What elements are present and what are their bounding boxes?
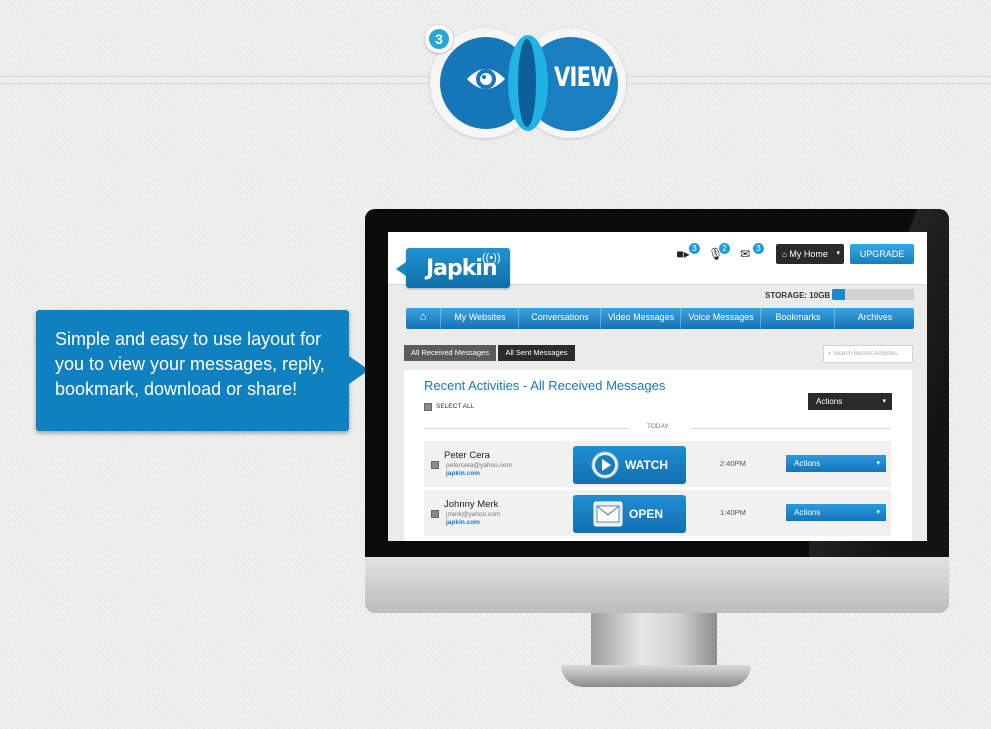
video-count-badge: 3	[688, 242, 701, 255]
japkin-logo[interactable]: Japkin ((•))	[396, 248, 510, 288]
nav-voice-messages[interactable]: Voice Messages	[680, 308, 761, 329]
nav-my-websites[interactable]: My Websites	[440, 308, 519, 329]
play-icon	[591, 451, 619, 479]
sender-link[interactable]: japkin.com	[446, 470, 480, 477]
actions-label: Actions	[816, 397, 843, 406]
chevron-down-icon: ▾	[836, 250, 840, 257]
sender-name: Peter Cera	[444, 450, 490, 461]
tab-all-sent[interactable]: All Sent Messages	[498, 345, 575, 361]
search-icon: ⌕	[828, 351, 832, 357]
callout-text: Simple and easy to use layout for you to…	[55, 329, 325, 399]
nav-conversations[interactable]: Conversations	[518, 308, 601, 329]
my-home-dropdown[interactable]: ⌂ My Home ▾	[776, 244, 844, 264]
actions-label: Actions	[794, 508, 821, 517]
row-actions-dropdown[interactable]: Actions ▾	[786, 455, 886, 472]
chevron-down-icon: ▾	[876, 460, 880, 467]
envelope-icon	[593, 501, 623, 527]
nav-bookmarks[interactable]: Bookmarks	[760, 308, 835, 329]
watch-label: WATCH	[625, 458, 669, 472]
actions-label: Actions	[794, 459, 821, 468]
mail-count-badge: 3	[752, 242, 765, 255]
step-label: VIEW	[554, 62, 613, 93]
select-all-checkbox[interactable]	[424, 403, 432, 411]
sender-link[interactable]: japkin.com	[446, 519, 480, 526]
monitor-base	[561, 665, 751, 687]
home-icon: ⌂	[419, 311, 427, 323]
nav-video-messages[interactable]: Video Messages	[600, 308, 681, 329]
monitor-stand	[591, 613, 717, 667]
my-home-label: My Home	[789, 249, 828, 259]
open-button[interactable]: OPEN	[573, 495, 686, 533]
row-checkbox[interactable]	[431, 461, 439, 469]
row-actions-dropdown[interactable]: Actions ▾	[786, 504, 886, 521]
chevron-down-icon: ▾	[876, 509, 880, 516]
home-icon: ⌂	[782, 250, 787, 259]
app-header: Japkin ((•)) ■▸ 3 🎙 2 ✉ 3 ⌂ My Home ▾ UP…	[388, 232, 927, 288]
broadcast-icon: ((•))	[482, 252, 501, 264]
sender-email: jmerk@yahoo.com	[446, 511, 501, 518]
message-time: 1:40PM	[720, 508, 746, 517]
step-badge: 3 VIEW	[420, 20, 630, 140]
bulk-actions-dropdown[interactable]: Actions ▾	[808, 393, 892, 410]
voice-count-badge: 2	[718, 242, 731, 255]
upgrade-button[interactable]: UPGRADE	[850, 244, 914, 264]
search-input[interactable]: ⌕ Search Recent Activities	[823, 345, 913, 363]
sender-name: Johnny Merk	[444, 499, 499, 510]
message-row[interactable]: Johnny Merk jmerk@yahoo.com japkin.com O…	[424, 490, 891, 537]
storage-fill	[832, 289, 846, 300]
app-screen: Japkin ((•)) ■▸ 3 🎙 2 ✉ 3 ⌂ My Home ▾ UP…	[388, 232, 927, 541]
message-row[interactable]: Peter Cera petercera@yahoo.com japkin.co…	[424, 441, 891, 488]
monitor: Japkin ((•)) ■▸ 3 🎙 2 ✉ 3 ⌂ My Home ▾ UP…	[365, 209, 949, 687]
nav-home[interactable]: ⌂	[406, 308, 440, 329]
sender-email: petercera@yahoo.com	[446, 462, 512, 469]
description-callout: Simple and easy to use layout for you to…	[36, 310, 369, 431]
mail-icon[interactable]: ✉	[738, 247, 752, 261]
eye-icon	[467, 69, 505, 89]
main-nav: ⌂ My Websites Conversations Video Messag…	[406, 308, 914, 329]
storage-label: STORAGE: 10GB	[765, 291, 831, 300]
watch-button[interactable]: WATCH	[573, 446, 686, 484]
storage-bar	[832, 289, 914, 300]
nav-archives[interactable]: Archives	[834, 308, 915, 329]
day-separator: TODAY	[647, 423, 669, 430]
tab-all-received[interactable]: All Received Messages	[404, 345, 496, 361]
recent-activities-panel: Recent Activities - All Received Message…	[404, 370, 912, 541]
search-placeholder: Search Recent Activities	[833, 351, 898, 357]
panel-title: Recent Activities - All Received Message…	[424, 378, 666, 393]
step-number-badge: 3	[425, 25, 453, 53]
row-checkbox[interactable]	[431, 510, 439, 518]
message-time: 2:40PM	[720, 459, 746, 468]
monitor-chin	[365, 557, 949, 613]
open-label: OPEN	[629, 507, 664, 521]
select-all-label: SELECT ALL	[436, 403, 475, 410]
chevron-down-icon: ▾	[882, 398, 886, 405]
